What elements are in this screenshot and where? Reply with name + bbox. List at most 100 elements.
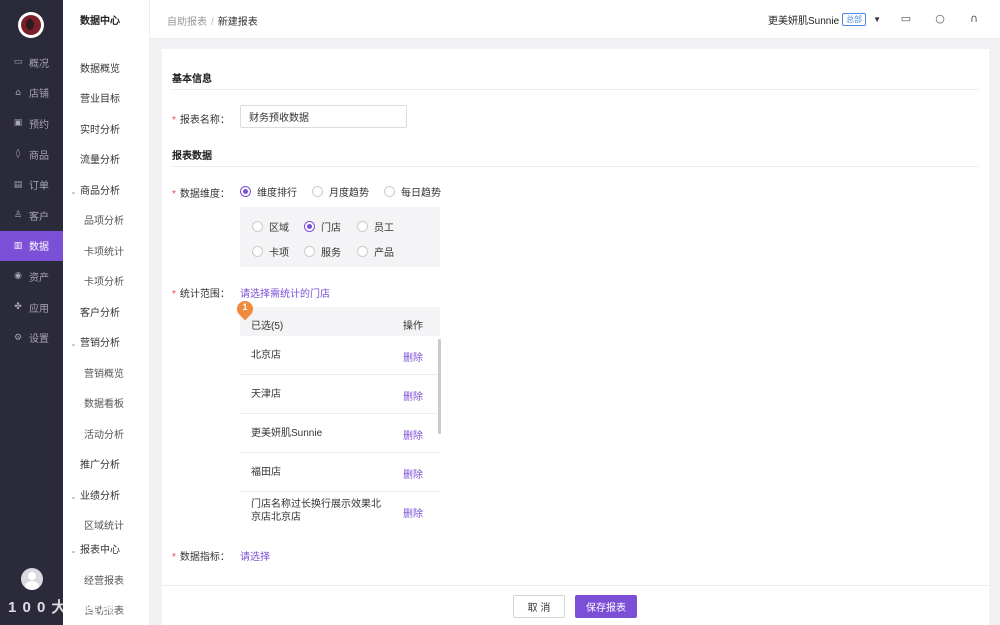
- form-footer: 取 消 保存报表: [162, 585, 989, 625]
- selected-count-header: 已选(5): [251, 321, 284, 332]
- store-icon: ⌂: [15, 87, 21, 98]
- radio-label: 维度排行: [257, 188, 297, 199]
- store-name: 门店名称过长换行展示效果北京店北京店: [251, 499, 381, 523]
- sub-nav-item-label: 推广分析: [80, 460, 120, 471]
- radio-label: 区域: [269, 223, 289, 234]
- required-mark: *: [172, 552, 176, 563]
- select-metrics-link[interactable]: 请选择: [240, 548, 270, 563]
- radio-circle-icon: [240, 186, 251, 197]
- dimension-radio-0[interactable]: 维度排行: [240, 184, 297, 199]
- sub-nav-item-label: 营销概览: [84, 369, 124, 380]
- table-row: 福田店 删除: [240, 453, 440, 492]
- report-name-input[interactable]: [240, 105, 407, 128]
- search-icon[interactable]: ○: [933, 12, 947, 26]
- sub-nav-item-6[interactable]: 卡项统计: [63, 243, 150, 258]
- user-menu[interactable]: 更美妍肌Sunnie 总部 ▼: [768, 12, 881, 27]
- dimension-label-text: 数据维度：: [179, 189, 230, 200]
- rail-item-6[interactable]: ▥ 数据: [0, 230, 63, 262]
- sub-nav-item-7[interactable]: 卡项分析: [63, 273, 150, 288]
- metric-label: * 数据指标：: [172, 548, 230, 563]
- order-icon: ▤: [13, 179, 23, 190]
- cancel-button[interactable]: 取 消: [513, 595, 565, 618]
- table-row: 更美妍肌Sunnie 删除: [240, 414, 440, 453]
- sub-dimension-radio-2[interactable]: 员工: [357, 219, 394, 234]
- dimension-radio-1[interactable]: 月度趋势: [312, 184, 369, 199]
- sub-nav-item-10[interactable]: 营销概览: [63, 365, 150, 380]
- sub-nav-item-1[interactable]: 营业目标: [63, 90, 150, 105]
- radio-label: 产品: [374, 248, 394, 259]
- delete-link[interactable]: 删除: [403, 505, 423, 520]
- rail-item-label: 预约: [29, 119, 49, 131]
- rail-item-1[interactable]: ⌂ 店铺: [0, 78, 63, 109]
- rail-item-8[interactable]: ✤ 应用: [0, 292, 63, 323]
- user-badge: 总部: [842, 13, 867, 26]
- sub-nav-item-8[interactable]: 客户分析: [63, 304, 150, 319]
- message-icon[interactable]: ▭: [899, 12, 913, 26]
- sub-nav-item-15[interactable]: 区域统计: [63, 517, 150, 532]
- breadcrumb-separator: /: [211, 17, 214, 28]
- sub-dimension-radio-5[interactable]: 产品: [357, 244, 394, 259]
- sub-nav-item-14[interactable]: ⌄ 业绩分析: [63, 487, 150, 502]
- rail-item-2[interactable]: ▣ 预约: [0, 108, 63, 139]
- rail-item-label: 店铺: [29, 89, 49, 101]
- metric-label-text: 数据指标：: [179, 552, 230, 563]
- dimension-label: * 数据维度：: [172, 185, 230, 200]
- dimension-radio-2[interactable]: 每日趋势: [384, 184, 441, 199]
- sub-nav-item-13[interactable]: 推广分析: [63, 456, 150, 471]
- sub-nav-item-16[interactable]: ⌄ 报表中心: [63, 541, 150, 556]
- table-scrollbar[interactable]: [438, 339, 441, 434]
- save-report-button[interactable]: 保存报表: [575, 595, 637, 618]
- radio-label: 卡项: [269, 248, 289, 259]
- rail-item-label: 商品: [29, 150, 49, 162]
- sub-nav-item-2[interactable]: 实时分析: [63, 121, 150, 136]
- radio-label: 服务: [321, 248, 341, 259]
- table-row: 天津店 删除: [240, 375, 440, 414]
- bag-icon: ◊: [15, 149, 21, 160]
- scope-label-text: 统计范围：: [179, 289, 230, 300]
- sub-nav-item-12[interactable]: 活动分析: [63, 426, 150, 441]
- sub-nav-item-4[interactable]: ⌄ 商品分析: [63, 182, 150, 197]
- caret-down-icon[interactable]: ▼: [873, 15, 881, 24]
- sub-dimension-radio-1[interactable]: 门店: [304, 219, 341, 234]
- delete-link[interactable]: 删除: [403, 466, 423, 481]
- rail-item-9[interactable]: ⚙ 设置: [0, 322, 63, 353]
- sub-nav-item-11[interactable]: 数据看板: [63, 395, 150, 410]
- radio-label: 员工: [374, 223, 394, 234]
- sub-nav-item-label: 数据概览: [80, 64, 120, 75]
- rail-item-3[interactable]: ◊ 商品: [0, 139, 63, 170]
- sub-nav-item-label: 经营报表: [84, 576, 124, 587]
- sub-nav-item-label: 流量分析: [80, 155, 120, 166]
- rail-item-7[interactable]: ◉ 资产: [0, 261, 63, 292]
- rail-item-5[interactable]: ♙ 客户: [0, 200, 63, 231]
- sub-dimension-radio-4[interactable]: 服务: [304, 244, 341, 259]
- rail-item-0[interactable]: ▭ 概况: [0, 47, 63, 78]
- select-stores-link[interactable]: 请选择需统计的门店: [240, 285, 330, 300]
- store-name: 福田店: [251, 467, 281, 478]
- delete-link[interactable]: 删除: [403, 388, 423, 403]
- sub-dimension-radio-0[interactable]: 区域: [252, 219, 289, 234]
- required-mark: *: [172, 115, 176, 126]
- action-header: 操作: [403, 321, 423, 332]
- sub-nav-item-3[interactable]: 流量分析: [63, 151, 150, 166]
- sub-nav-item-5[interactable]: 品项分析: [63, 212, 150, 227]
- user-avatar[interactable]: [21, 568, 43, 590]
- sub-nav-item-label: 商品分析: [80, 186, 120, 197]
- watermark: 1 0 0 大数跨境: [8, 599, 116, 616]
- delete-link[interactable]: 删除: [403, 349, 423, 364]
- user-name: 更美妍肌Sunnie: [768, 16, 840, 27]
- sub-nav-item-label: 卡项统计: [84, 247, 124, 258]
- rail-item-label: 设置: [29, 334, 49, 346]
- breadcrumb-parent[interactable]: 自助报表: [167, 17, 207, 28]
- sub-nav-item-0[interactable]: 数据概览: [63, 60, 150, 75]
- headset-icon[interactable]: ∩: [967, 12, 981, 26]
- sub-dimension-radio-3[interactable]: 卡项: [252, 244, 289, 259]
- delete-link[interactable]: 删除: [403, 427, 423, 442]
- basic-info-title: 基本信息: [172, 74, 212, 85]
- brand-logo[interactable]: [18, 12, 44, 38]
- sub-nav-item-9[interactable]: ⌄ 营销分析: [63, 334, 150, 349]
- radio-label: 月度趋势: [329, 188, 369, 199]
- sub-nav-item-17[interactable]: 经营报表: [63, 572, 150, 587]
- scope-label: * 统计范围：: [172, 285, 230, 300]
- rail-item-4[interactable]: ▤ 订单: [0, 169, 63, 200]
- sub-nav-item-label: 营销分析: [80, 338, 120, 349]
